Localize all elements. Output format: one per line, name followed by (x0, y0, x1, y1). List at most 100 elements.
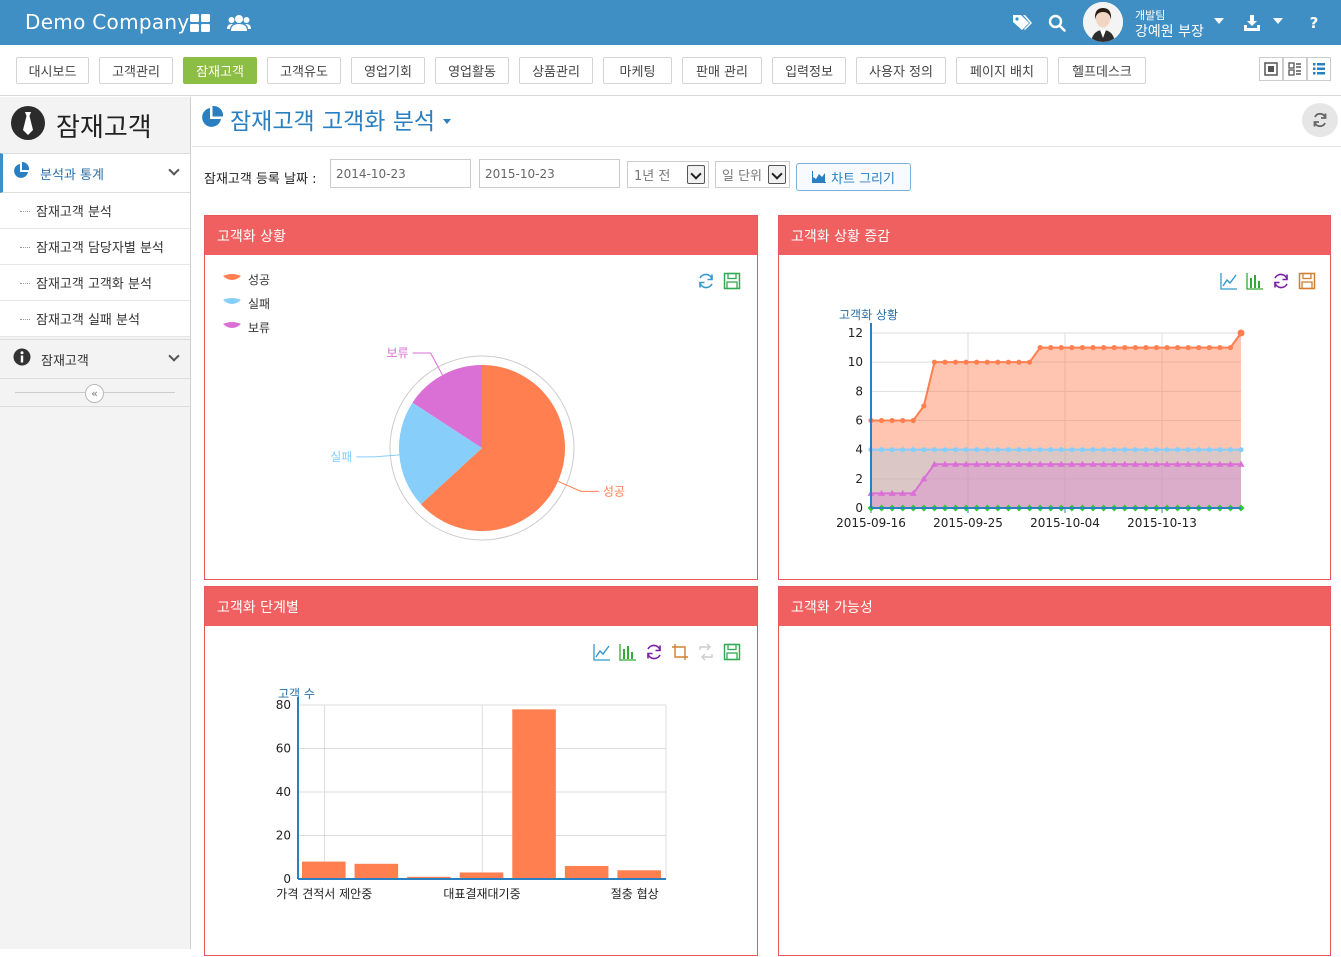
end-date-input[interactable]: 2015-10-23 (479, 159, 620, 188)
legend-item[interactable]: 보류 (223, 321, 270, 335)
data-point[interactable] (1111, 344, 1117, 351)
data-point[interactable] (910, 447, 916, 453)
menu-marketing[interactable]: 마케팅 (603, 57, 672, 84)
data-point[interactable] (1153, 447, 1160, 453)
data-point[interactable] (1217, 344, 1223, 351)
data-point[interactable] (1058, 344, 1064, 351)
data-point[interactable] (1016, 447, 1022, 453)
menu-sales[interactable]: 판매 관리 (682, 57, 762, 84)
data-point[interactable] (942, 447, 948, 453)
tags-icon[interactable] (1012, 13, 1032, 33)
menu-helpdesk[interactable]: 헬프데스크 (1058, 57, 1146, 84)
data-point[interactable] (921, 403, 927, 409)
menu-leads[interactable]: 잠재고객 (183, 57, 257, 84)
chevron-down-icon[interactable] (168, 350, 180, 362)
data-point[interactable] (1069, 344, 1075, 351)
data-point[interactable] (1164, 344, 1170, 351)
download-caret-icon[interactable] (1273, 18, 1283, 24)
data-point[interactable] (1048, 344, 1054, 351)
sidebar-section-leads[interactable]: 잠재고객 (0, 339, 190, 379)
users-icon[interactable] (227, 13, 251, 33)
draw-chart-button[interactable]: 차트 그리기 (796, 163, 911, 191)
sidebar-item-lead-analysis[interactable]: 잠재고객 분석 (0, 193, 190, 229)
data-point[interactable] (1122, 447, 1128, 453)
data-point[interactable] (1227, 344, 1234, 351)
data-point[interactable] (878, 417, 885, 424)
menu-conversion[interactable]: 고객유도 (267, 57, 341, 84)
data-point[interactable] (995, 447, 1001, 453)
menu-customers[interactable]: 고객관리 (99, 57, 173, 84)
data-point[interactable] (1164, 447, 1170, 453)
data-point[interactable] (1090, 447, 1096, 453)
menu-input-info[interactable]: 입력정보 (772, 57, 846, 84)
data-point[interactable] (900, 417, 906, 424)
data-point[interactable] (1185, 447, 1191, 453)
data-point[interactable] (1069, 447, 1075, 453)
data-point[interactable] (1143, 344, 1149, 351)
data-point[interactable] (889, 447, 895, 453)
search-icon[interactable] (1047, 13, 1067, 33)
avatar[interactable] (1083, 2, 1123, 42)
single-view-icon[interactable] (1259, 57, 1283, 81)
data-point[interactable] (1143, 447, 1149, 453)
period-select[interactable]: 1년 전 (627, 161, 709, 188)
menu-opportunities[interactable]: 영업기회 (351, 57, 425, 84)
data-point[interactable] (984, 447, 990, 453)
data-point[interactable] (1206, 344, 1212, 351)
data-point[interactable] (1026, 447, 1033, 453)
user-menu-caret-icon[interactable] (1214, 18, 1224, 24)
data-point[interactable] (921, 447, 927, 453)
menu-custom[interactable]: 사용자 정의 (856, 57, 946, 84)
sidebar-item-lead-conversion[interactable]: 잠재고객 고객화 분석 (0, 265, 190, 301)
sidebar-section-analysis[interactable]: 분석과 통계 (0, 153, 190, 193)
bar[interactable] (512, 709, 556, 879)
grid-view-icon[interactable] (1283, 57, 1307, 81)
data-point[interactable] (931, 359, 938, 365)
data-point[interactable] (1238, 447, 1244, 453)
data-point[interactable] (1196, 344, 1202, 351)
bar[interactable] (617, 870, 661, 879)
data-point[interactable] (900, 447, 906, 453)
data-point[interactable] (1217, 447, 1223, 453)
bar[interactable] (564, 865, 609, 879)
data-point[interactable] (1037, 447, 1043, 453)
data-point[interactable] (1132, 344, 1138, 351)
legend-item[interactable]: 실패 (223, 297, 270, 311)
data-point[interactable] (984, 359, 990, 365)
collapse-sidebar-icon[interactable]: « (85, 384, 104, 403)
data-point[interactable] (1237, 329, 1245, 337)
data-point[interactable] (1058, 447, 1064, 453)
data-point[interactable] (995, 359, 1001, 365)
menu-products[interactable]: 상품관리 (519, 57, 593, 84)
data-point[interactable] (1132, 447, 1138, 453)
start-date-input[interactable]: 2014-10-23 (330, 159, 471, 188)
data-point[interactable] (1196, 447, 1202, 453)
legend-item[interactable]: 성공 (223, 273, 270, 287)
data-point[interactable] (1174, 447, 1181, 453)
user-name[interactable]: 강예원 부장 (1135, 21, 1204, 41)
data-point[interactable] (1005, 447, 1012, 453)
data-point[interactable] (1026, 359, 1033, 365)
data-point[interactable] (1037, 344, 1043, 351)
chevron-down-icon[interactable] (168, 164, 180, 176)
bar[interactable] (302, 861, 346, 879)
download-icon[interactable] (1242, 13, 1262, 33)
data-point[interactable] (910, 417, 916, 424)
refresh-button[interactable] (1302, 103, 1338, 137)
menu-dashboard[interactable]: 대시보드 (16, 57, 89, 84)
data-point[interactable] (1100, 344, 1107, 351)
data-point[interactable] (1153, 344, 1160, 351)
data-point[interactable] (1185, 344, 1191, 351)
data-point[interactable] (1079, 344, 1086, 351)
list-view-icon[interactable] (1307, 57, 1331, 81)
data-point[interactable] (1016, 359, 1022, 365)
unit-select[interactable]: 일 단위 (715, 161, 790, 188)
grid-icon[interactable] (190, 13, 210, 33)
data-point[interactable] (1206, 447, 1212, 453)
data-point[interactable] (963, 447, 969, 453)
data-point[interactable] (974, 359, 980, 365)
data-point[interactable] (1100, 447, 1107, 453)
data-point[interactable] (1122, 344, 1128, 351)
data-point[interactable] (878, 447, 885, 453)
data-point[interactable] (889, 417, 895, 424)
